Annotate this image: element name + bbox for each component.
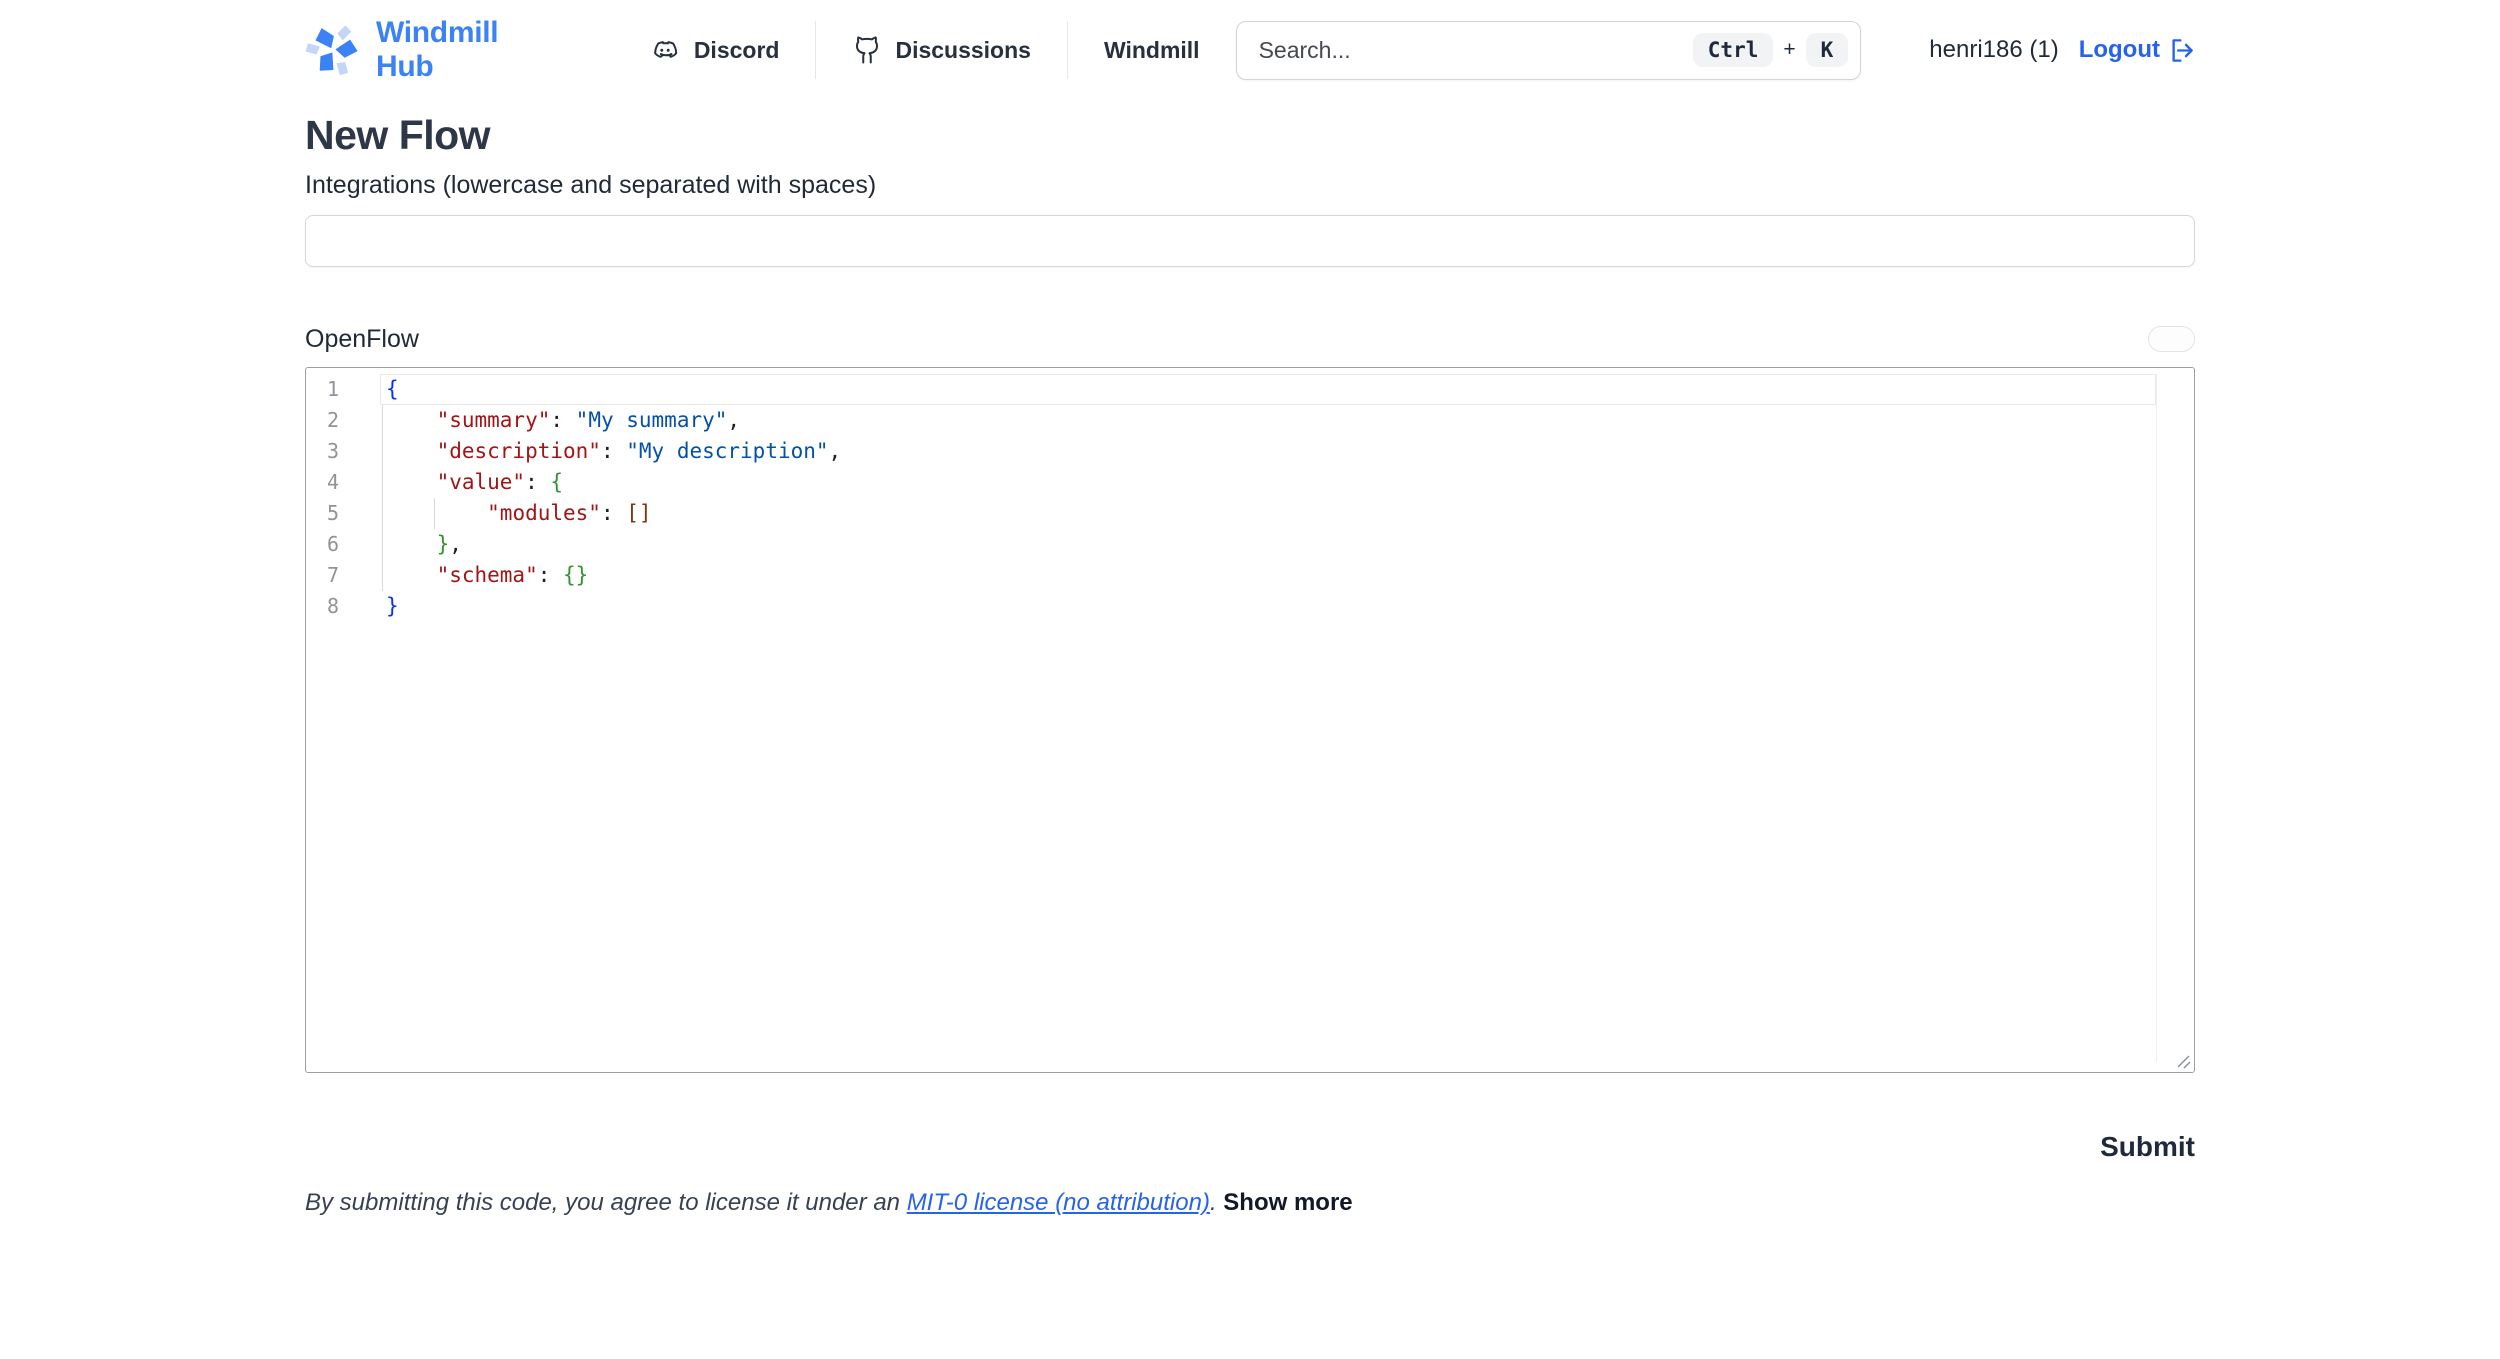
search-shortcut: Ctrl + K bbox=[1693, 33, 1849, 67]
show-more-link[interactable]: Show more bbox=[1223, 1189, 1352, 1216]
code-line[interactable]: 5 "modules": [] bbox=[306, 498, 2194, 529]
indent-guide bbox=[434, 498, 435, 529]
code-text: "schema": {} bbox=[386, 560, 588, 591]
nav-item-windmill[interactable]: Windmill bbox=[1068, 37, 1236, 64]
openflow-label: OpenFlow bbox=[305, 325, 419, 354]
header: Windmill Hub Discord bbox=[305, 0, 2195, 100]
code-line[interactable]: 2 "summary": "My summary", bbox=[306, 405, 2194, 436]
username-label: henri186 (1) bbox=[1929, 36, 2058, 64]
integrations-label: Integrations (lowercase and separated wi… bbox=[305, 171, 2195, 200]
discord-icon bbox=[649, 34, 681, 66]
github-icon bbox=[852, 35, 882, 65]
nav-label: Discussions bbox=[895, 37, 1031, 64]
line-number: 2 bbox=[306, 405, 370, 436]
line-number: 8 bbox=[306, 591, 370, 622]
code-text: }, bbox=[386, 529, 462, 560]
license-period: . bbox=[1210, 1189, 1223, 1216]
nav-item-discord[interactable]: Discord bbox=[649, 34, 816, 66]
line-number: 1 bbox=[306, 374, 370, 405]
code-line[interactable]: 6 }, bbox=[306, 529, 2194, 560]
license-note: By submitting this code, you agree to li… bbox=[305, 1189, 2195, 1217]
windmill-logo-icon bbox=[305, 22, 361, 78]
resize-handle-icon[interactable] bbox=[2174, 1052, 2191, 1069]
line-number: 7 bbox=[306, 560, 370, 591]
openflow-toggle[interactable] bbox=[2148, 326, 2195, 352]
brand-link[interactable]: Windmill Hub bbox=[305, 16, 557, 84]
submit-button[interactable]: Submit bbox=[2100, 1131, 2195, 1163]
code-line[interactable]: 7 "schema": {} bbox=[306, 560, 2194, 591]
code-text: { bbox=[386, 374, 399, 405]
integrations-input[interactable] bbox=[305, 215, 2195, 267]
openflow-code-editor[interactable]: 1{2 "summary": "My summary",3 "descripti… bbox=[305, 367, 2195, 1073]
page-title: New Flow bbox=[305, 112, 2195, 159]
plus-sign: + bbox=[1783, 38, 1795, 62]
code-text: "modules": [] bbox=[386, 498, 652, 529]
nav-item-discussions[interactable]: Discussions bbox=[816, 35, 1067, 65]
code-line[interactable]: 4 "value": { bbox=[306, 467, 2194, 498]
code-text: "value": { bbox=[386, 467, 563, 498]
ctrl-key-badge: Ctrl bbox=[1693, 33, 1774, 67]
license-text: By submitting this code, you agree to li… bbox=[305, 1189, 907, 1216]
code-line[interactable]: 3 "description": "My description", bbox=[306, 436, 2194, 467]
k-key-badge: K bbox=[1806, 33, 1849, 67]
logout-link[interactable]: Logout bbox=[2079, 36, 2195, 64]
search-input[interactable] bbox=[1259, 37, 1693, 64]
logout-icon bbox=[2168, 37, 2195, 64]
code-lines: 1{2 "summary": "My summary",3 "descripti… bbox=[306, 368, 2194, 1072]
mit-license-link[interactable]: MIT-0 license (no attribution) bbox=[907, 1189, 1210, 1216]
indent-guide bbox=[382, 405, 383, 591]
nav-label: Windmill bbox=[1104, 37, 1200, 64]
line-number: 3 bbox=[306, 436, 370, 467]
search-bar: Ctrl + K bbox=[1236, 21, 1862, 80]
line-number: 4 bbox=[306, 467, 370, 498]
line-number: 6 bbox=[306, 529, 370, 560]
code-line[interactable]: 1{ bbox=[306, 374, 2194, 405]
code-text: "summary": "My summary", bbox=[386, 405, 740, 436]
editor-ruler-line bbox=[2156, 374, 2157, 1062]
logout-label: Logout bbox=[2079, 36, 2160, 64]
code-text: "description": "My description", bbox=[386, 436, 841, 467]
main-nav: Discord Discussions Windmill bbox=[649, 21, 1236, 79]
line-number: 5 bbox=[306, 498, 370, 529]
user-area: henri186 (1) Logout bbox=[1929, 36, 2195, 64]
code-line[interactable]: 8} bbox=[306, 591, 2194, 622]
code-text: } bbox=[386, 591, 399, 622]
nav-label: Discord bbox=[694, 37, 780, 64]
brand-title: Windmill Hub bbox=[376, 16, 557, 84]
